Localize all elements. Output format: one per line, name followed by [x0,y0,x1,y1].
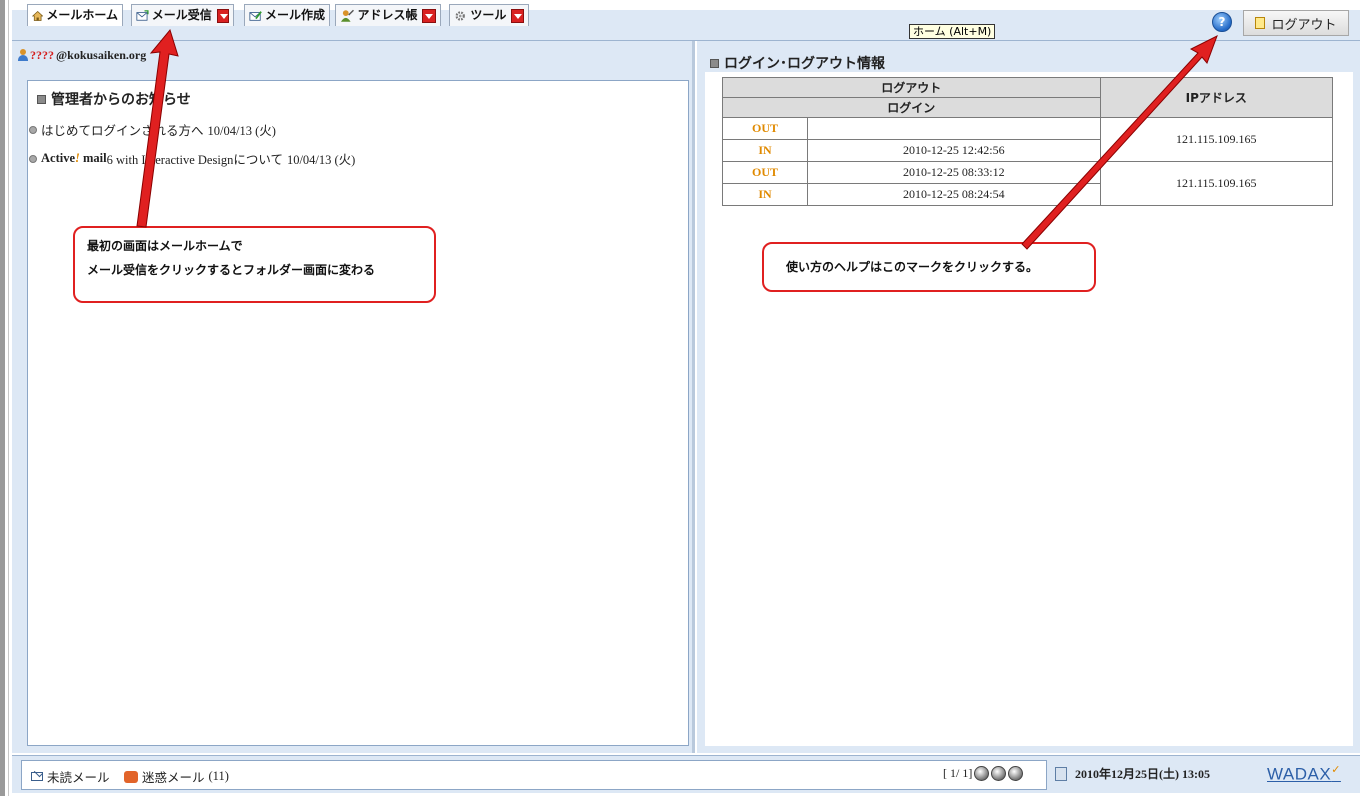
tab-tools[interactable]: ツール [449,4,529,26]
calendar-icon [1055,766,1067,781]
tab-mail-home[interactable]: メールホーム [27,4,123,26]
row-time [807,117,1101,140]
logout-icon [1255,17,1266,29]
bullet-icon [29,154,37,163]
spam-count: (11) [208,769,229,783]
home-tooltip: ホーム (Alt+M) [909,24,996,39]
user-icon [18,49,28,62]
page-next-icon[interactable] [1008,766,1024,781]
page-prev-icon[interactable] [974,766,990,781]
page-indicator: [ 1/ 1] [943,766,973,780]
tools-icon [455,10,465,21]
tab-mail-compose[interactable]: メール作成 [244,4,330,26]
row-ip: 121.115.109.165 [1099,117,1334,162]
tab-address-book[interactable]: アドレス帳 [335,4,441,26]
header-logout: ログアウト [722,77,1101,98]
user-account: ???? @kokusaiken.org [18,48,146,63]
row-kind: IN [722,139,808,162]
window-frame [0,0,5,796]
tab-label: メール作成 [264,8,325,22]
mail-icon [31,772,43,781]
row-kind: IN [722,183,808,206]
annotation-callout-right: 使い方のヘルプはこのマークをクリックする。 [762,242,1096,292]
notice-title: 管理者からのお知らせ [37,89,191,109]
notice-text: 6 with Interactive Designについて [106,153,283,167]
mail-receive-dropdown[interactable] [216,8,229,23]
annotation-line: 最初の画面はメールホームで [87,239,243,253]
annotation-line: メール受信をクリックするとフォルダー画面に変わる [87,263,376,277]
unread-mail-link[interactable]: 未読メール [31,767,110,786]
home-icon [32,10,44,21]
unread-mail-label: 未読メール [47,770,110,785]
notice-date: 10/04/13 (火) [207,124,276,138]
row-time: 2010-12-25 12:42:56 [807,139,1101,162]
tab-label: アドレス帳 [357,8,418,22]
tab-label: メール受信 [151,8,212,22]
notice-box [27,80,689,746]
tab-mail-receive[interactable]: メール受信 [131,4,234,26]
user-email: @kokusaiken.org [56,48,147,62]
table-row: OUT 2010-12-25 08:33:12 121.115.109.165 [722,161,1334,206]
tools-dropdown[interactable] [511,8,524,23]
notice-text: はじめてログインされる方へ [41,123,204,138]
tab-label: メールホーム [46,8,118,22]
datetime-text: 2010年12月25日(土) 13:05 [1075,767,1210,781]
logout-button[interactable]: ログアウト [1243,10,1349,36]
mail-compose-icon [249,10,262,21]
notice-brand: Active! mail [41,151,107,165]
pager: [ 1/ 1] [943,766,1024,781]
notice-date: 10/04/13 (火) [286,153,356,167]
help-icon[interactable]: ? [1212,12,1232,32]
table-row: OUT 121.115.109.165 [722,117,1334,162]
address-book-icon [340,9,354,22]
spam-mail-label: 迷惑メール [142,770,205,785]
table-header-row: ログアウト IPアドレス [722,77,1334,118]
login-info-title: ログイン･ログアウト情報 [710,53,885,73]
notice-item[interactable]: はじめてログインされる方へ 10/04/13 (火) [29,120,276,139]
row-kind: OUT [722,161,808,184]
section-marker-icon [37,95,46,104]
address-book-dropdown[interactable] [422,8,436,23]
row-ip: 121.115.109.165 [1099,161,1334,206]
header-ip: IPアドレス [1099,77,1334,118]
wadax-logo[interactable]: WADAX✓ [1267,763,1341,785]
row-kind: OUT [722,117,808,140]
annotation-line: 使い方のヘルプはこのマークをクリックする。 [786,260,1039,274]
bullet-icon [29,125,37,134]
notice-item[interactable]: Active! mail 6 with Interactive Designにつ… [29,149,355,168]
mail-receive-icon [136,9,149,21]
login-history-table: ログアウト IPアドレス ログイン OUT 121.115.109.165 IN… [722,77,1334,206]
page-down-icon[interactable] [991,766,1007,781]
logout-label: ログアウト [1271,17,1337,33]
section-marker-icon [710,59,719,68]
row-time: 2010-12-25 08:24:54 [807,183,1101,206]
header-login: ログイン [722,97,1101,118]
annotation-callout-left: 最初の画面はメールホームで メール受信をクリックするとフォルダー画面に変わる [73,226,436,303]
window-frame-line [8,0,9,796]
spam-mail-link[interactable]: 迷惑メール (11) [124,767,229,786]
row-time: 2010-12-25 08:33:12 [807,161,1101,184]
tab-label: ツール [470,8,507,22]
user-name: ???? [30,48,54,62]
spam-icon [124,770,138,783]
datetime-display: 2010年12月25日(土) 13:05 [1055,765,1210,782]
